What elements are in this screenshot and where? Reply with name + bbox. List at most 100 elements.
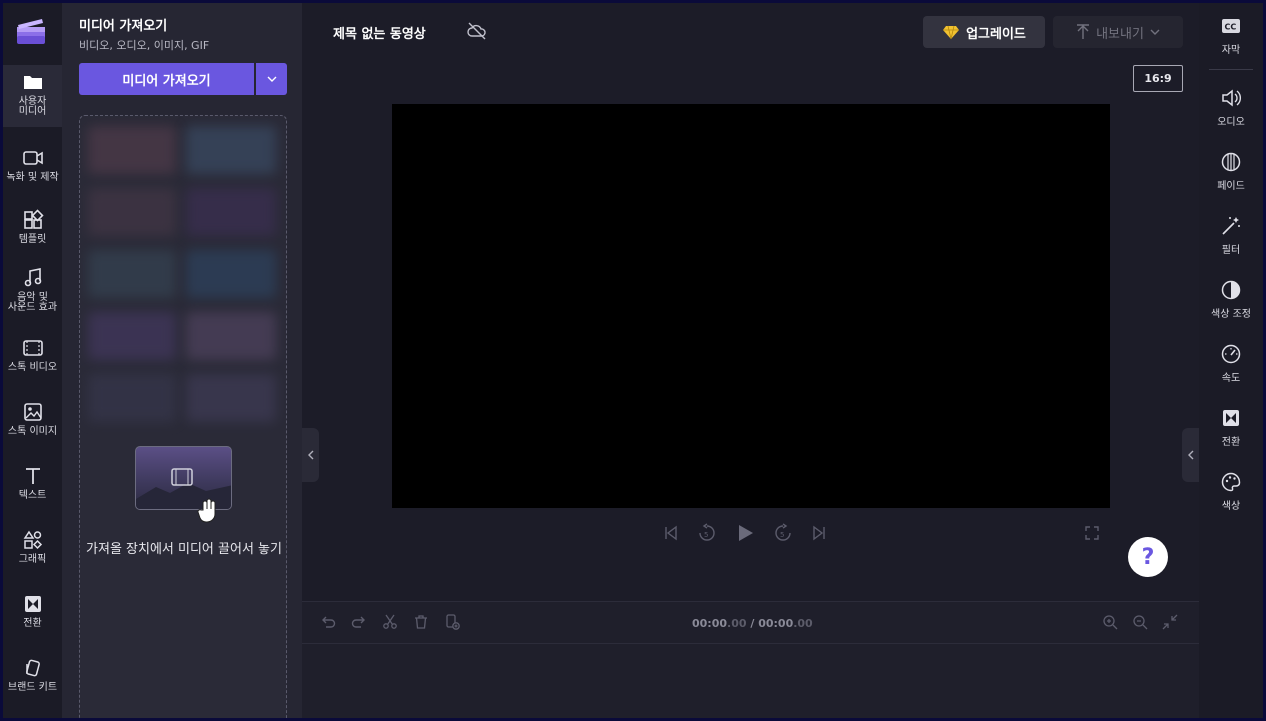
scissors-icon[interactable] xyxy=(382,614,398,630)
rail-item-label: 사용자 미디어 xyxy=(18,96,47,117)
brand-kit-icon xyxy=(25,659,40,677)
skip-to-end-icon[interactable] xyxy=(811,525,827,541)
upgrade-label: 업그레이드 xyxy=(966,26,1026,42)
rail-item-label: 색상 xyxy=(1221,501,1241,512)
collapse-panel-button[interactable] xyxy=(302,428,319,482)
video-camera-icon xyxy=(22,151,43,165)
rail-item-text[interactable]: 텍스트 xyxy=(3,459,62,501)
export-label: 내보내기 xyxy=(1096,26,1144,42)
rail-item-label: 오디오 xyxy=(1217,117,1245,128)
export-button[interactable]: 내보내기 xyxy=(1053,16,1183,48)
rail-item-transitions[interactable]: 전환 xyxy=(1199,407,1263,448)
speedometer-icon xyxy=(1221,344,1241,364)
rail-item-label: 속도 xyxy=(1221,373,1241,384)
rail-item-label: 전환 xyxy=(23,618,42,629)
palette-icon xyxy=(1221,472,1241,492)
app-logo-icon[interactable] xyxy=(15,15,47,47)
shapes-icon xyxy=(23,530,42,550)
rail-item-label: 녹화 및 제작 xyxy=(6,172,59,183)
fullscreen-icon[interactable] xyxy=(1085,526,1099,540)
zoom-out-icon[interactable] xyxy=(1132,614,1148,630)
rail-item-label: 음악 및 사운드 효과 xyxy=(7,292,58,313)
total-time-frames: .00 xyxy=(793,617,813,630)
playback-controls: 5 5 xyxy=(663,523,827,543)
contrast-icon xyxy=(1221,280,1241,300)
rail-item-label: 전환 xyxy=(1221,437,1241,448)
rail-item-label: 브랜드 키트 xyxy=(7,682,58,693)
image-icon xyxy=(23,403,42,421)
magic-wand-icon xyxy=(1222,217,1240,235)
divider xyxy=(1209,69,1253,70)
music-note-icon xyxy=(24,268,41,287)
import-options-dropdown[interactable] xyxy=(256,63,287,95)
diamond-icon xyxy=(943,25,960,39)
forward-5-icon[interactable]: 5 xyxy=(773,523,793,543)
duplicate-icon[interactable] xyxy=(444,614,460,630)
time-separator: / xyxy=(746,617,759,630)
trash-icon[interactable] xyxy=(413,614,429,630)
rail-item-captions[interactable]: CC 자막 xyxy=(1199,15,1263,56)
chevron-left-icon xyxy=(307,450,313,460)
import-media-button[interactable]: 미디어 가져오기 xyxy=(79,63,254,95)
rail-item-stock-images[interactable]: 스톡 이미지 xyxy=(3,395,62,437)
rail-item-audio[interactable]: 오디오 xyxy=(1199,87,1263,128)
rail-item-speed[interactable]: 속도 xyxy=(1199,343,1263,384)
right-rail: CC 자막 오디오 페이드 필터 색상 조정 속도 전환 색상 xyxy=(1199,3,1263,718)
rail-item-label: 텍스트 xyxy=(18,490,47,501)
rail-item-fade[interactable]: 페이드 xyxy=(1199,151,1263,192)
chevron-down-icon xyxy=(267,76,276,82)
skip-to-start-icon[interactable] xyxy=(663,525,679,541)
project-title[interactable]: 제목 없는 동영상 xyxy=(333,23,426,42)
transition-icon xyxy=(1223,410,1239,426)
zoom-in-icon[interactable] xyxy=(1102,614,1118,630)
rail-item-colors[interactable]: 색상 xyxy=(1199,471,1263,512)
rail-item-brand-kit[interactable]: 브랜드 키트 xyxy=(3,651,62,693)
current-time-frames: .00 xyxy=(727,617,747,630)
blurred-thumbnail xyxy=(88,188,176,236)
rewind-5-icon[interactable]: 5 xyxy=(697,523,717,543)
play-icon[interactable] xyxy=(735,523,755,543)
help-button[interactable]: ? xyxy=(1128,537,1168,577)
chevron-left-icon xyxy=(1187,450,1193,460)
folder-icon xyxy=(23,76,42,89)
fit-timeline-icon[interactable] xyxy=(1162,614,1178,630)
app-window: 사용자 미디어 녹화 및 제작 템플릿 음악 및 사운드 효과 스톡 비디오 스… xyxy=(3,3,1263,718)
rail-item-label: 스톡 이미지 xyxy=(7,426,58,437)
rail-item-adjust-colors[interactable]: 색상 조정 xyxy=(1199,279,1263,320)
left-rail: 사용자 미디어 녹화 및 제작 템플릿 음악 및 사운드 효과 스톡 비디오 스… xyxy=(3,3,62,718)
rail-item-filters[interactable]: 필터 xyxy=(1199,215,1263,256)
undo-icon[interactable] xyxy=(320,614,336,630)
rail-item-graphics[interactable]: 그래픽 xyxy=(3,523,62,565)
total-time: 00:00 xyxy=(758,617,794,630)
rail-item-label: 스톡 비디오 xyxy=(7,362,58,373)
video-preview[interactable] xyxy=(392,104,1110,508)
rail-item-label: 페이드 xyxy=(1217,181,1245,192)
rail-item-stock-video[interactable]: 스톡 비디오 xyxy=(3,331,62,373)
rail-item-label: 필터 xyxy=(1221,245,1241,256)
media-dropzone[interactable]: 가져올 장치에서 미디어 끌어서 놓기 xyxy=(79,115,287,718)
timeline-toolbar: 00:00.00 / 00:00.00 xyxy=(302,602,1199,644)
svg-text:5: 5 xyxy=(780,531,784,539)
redo-icon[interactable] xyxy=(351,614,367,630)
rail-item-transitions[interactable]: 전환 xyxy=(3,587,62,629)
aspect-ratio-button[interactable]: 16:9 xyxy=(1133,65,1183,92)
upgrade-button[interactable]: 업그레이드 xyxy=(923,16,1045,48)
rail-item-label: 색상 조정 xyxy=(1211,309,1251,320)
collapse-properties-button[interactable] xyxy=(1182,428,1199,482)
timeline: 00:00.00 / 00:00.00 xyxy=(302,601,1199,718)
fade-icon xyxy=(1221,152,1241,172)
rail-item-your-media[interactable]: 사용자 미디어 xyxy=(3,65,62,127)
transition-icon xyxy=(24,596,41,612)
blurred-thumbnail xyxy=(88,126,176,174)
rail-item-record-create[interactable]: 녹화 및 제작 xyxy=(3,141,62,183)
blurred-thumbnail xyxy=(186,126,276,174)
svg-text:5: 5 xyxy=(704,531,708,539)
rail-item-label: 템플릿 xyxy=(18,234,47,245)
rail-item-templates[interactable]: 템플릿 xyxy=(3,203,62,245)
dropzone-instructions: 가져올 장치에서 미디어 끌어서 놓기 xyxy=(86,542,282,557)
blurred-thumbnail xyxy=(186,374,276,422)
panel-subtitle: 비디오, 오디오, 이미지, GIF xyxy=(79,39,210,52)
templates-icon xyxy=(23,209,44,229)
chevron-down-icon xyxy=(1150,29,1160,35)
rail-item-music-sfx[interactable]: 음악 및 사운드 효과 xyxy=(3,261,62,313)
